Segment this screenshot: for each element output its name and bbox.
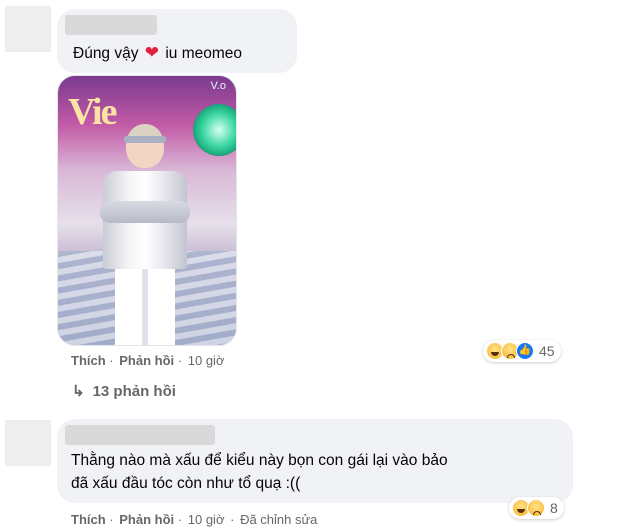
comment-actions: Thích · Phản hồi · 10 giờ <box>71 353 226 368</box>
separator: · <box>230 512 235 527</box>
comment-text-after: iu meomeo <box>165 45 243 62</box>
reaction-summary[interactable]: 👍 45 <box>483 340 561 362</box>
like-button[interactable]: Thích <box>71 512 106 527</box>
photo-logo-small: V.o <box>210 80 226 92</box>
reaction-count: 45 <box>539 343 555 359</box>
photo-logo-ring <box>193 104 236 156</box>
photo-person-arms <box>100 201 190 223</box>
photo-logo-text: Vie <box>68 91 117 133</box>
like-button[interactable]: Thích <box>71 353 106 368</box>
reply-arrow-icon: ↳ <box>72 383 85 400</box>
author-name-redacted[interactable] <box>65 425 215 445</box>
like-icon: 👍 <box>516 342 534 360</box>
reply-button[interactable]: Phản hồi <box>119 512 174 527</box>
photo-person-headband <box>124 136 166 143</box>
author-name-redacted[interactable] <box>65 15 157 35</box>
reaction-count: 8 <box>550 500 558 516</box>
avatar[interactable] <box>5 6 51 52</box>
comment-bubble: Thằng nào mà xấu để kiểu này bọn con gái… <box>57 419 573 503</box>
separator: · <box>109 512 114 527</box>
heart-icon: ❤ <box>144 43 160 62</box>
sad-icon <box>527 499 545 517</box>
separator: · <box>177 353 183 368</box>
comment-actions: Thích · Phản hồi · 10 giờ · Đã chỉnh sửa <box>71 512 319 527</box>
reply-button[interactable]: Phản hồi <box>119 353 174 368</box>
comment-bubble: Đúng vậy ❤ iu meomeo <box>57 9 297 73</box>
edited-label[interactable]: Đã chỉnh sửa <box>240 512 317 527</box>
photo-person-head <box>126 124 164 168</box>
view-replies-link[interactable]: ↳ 13 phản hồi <box>72 382 176 400</box>
reaction-summary[interactable]: 8 <box>509 497 564 519</box>
separator: · <box>177 512 183 527</box>
replies-count-text: 13 phản hồi <box>92 383 176 400</box>
comment-text-before: Đúng vậy <box>73 45 139 62</box>
timestamp[interactable]: 10 giờ <box>188 353 225 368</box>
comment-text-line-1: Thằng nào mà xấu để kiểu này bọn con gái… <box>71 452 448 469</box>
separator: · <box>109 353 114 368</box>
comment-text-line-2: đã xấu đầu tóc còn như tổ quạ :(( <box>71 475 301 492</box>
avatar[interactable] <box>5 420 51 466</box>
comment-text: Đúng vậy ❤ iu meomeo <box>73 42 242 65</box>
comment-photo[interactable]: Vie V.o <box>57 75 237 346</box>
timestamp[interactable]: 10 giờ <box>188 512 225 527</box>
photo-person-legs <box>115 266 175 345</box>
